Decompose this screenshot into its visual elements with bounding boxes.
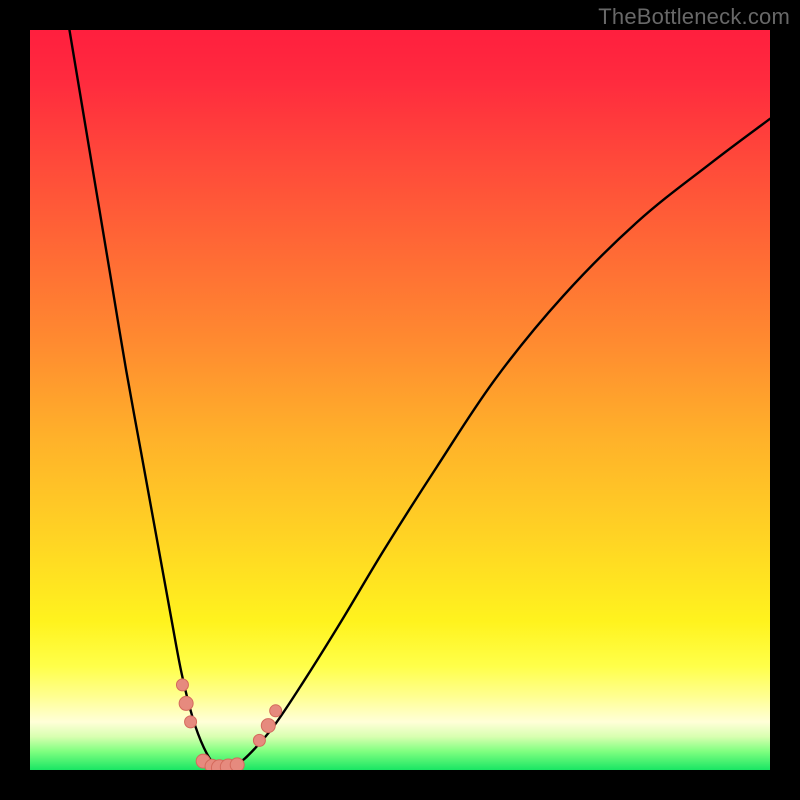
chart-frame: TheBottleneck.com xyxy=(0,0,800,800)
data-marker xyxy=(230,758,244,770)
data-marker xyxy=(261,719,275,733)
bottleneck-curve xyxy=(30,30,770,770)
data-marker xyxy=(176,679,188,691)
data-marker xyxy=(253,734,265,746)
data-marker xyxy=(179,696,193,710)
data-marker xyxy=(270,705,282,717)
plot-area xyxy=(30,30,770,770)
watermark-text: TheBottleneck.com xyxy=(598,4,790,30)
data-marker xyxy=(185,716,197,728)
